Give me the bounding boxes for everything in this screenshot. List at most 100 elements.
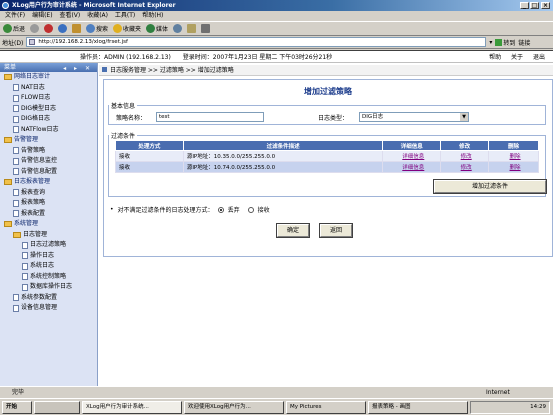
col-delete: 删除 <box>488 140 539 151</box>
address-dropdown-icon[interactable]: ▾ <box>489 39 492 46</box>
sidebar-item[interactable]: 日志过滤策略 <box>0 240 97 251</box>
log-type-select[interactable]: DIG日志 ▼ <box>359 112 469 122</box>
delete-link[interactable]: 删除 <box>488 150 539 162</box>
about-link[interactable]: 关于 <box>511 54 523 61</box>
sidebar-item-label: 报表配置 <box>21 209 46 217</box>
sidebar-item[interactable]: 告警信息配置 <box>0 167 97 178</box>
edit-link[interactable]: 修改 <box>440 150 490 162</box>
links-button[interactable]: 链接 <box>518 38 530 47</box>
sidebar-item[interactable]: 告警管理 <box>0 135 97 146</box>
home-button[interactable] <box>71 23 82 35</box>
window-title: XLog用户行为审计系统 - Microsoft Internet Explor… <box>12 2 176 9</box>
task-xlog[interactable]: XLog用户行为审计系统... <box>82 400 182 414</box>
policy-name-input[interactable]: test <box>156 112 264 122</box>
logout-link[interactable]: 退出 <box>533 54 545 61</box>
detail-link[interactable]: 详细信息 <box>382 161 442 173</box>
sidebar-item[interactable]: NAT日志 <box>0 83 97 94</box>
mail-button[interactable] <box>186 23 197 35</box>
maximize-button[interactable]: □ <box>530 2 539 9</box>
sidebar-item[interactable]: NATFlow日志 <box>0 125 97 136</box>
sidebar-item[interactable]: 系统日志 <box>0 261 97 272</box>
media-icon <box>146 24 156 33</box>
delete-link[interactable]: 删除 <box>488 161 539 173</box>
media-button[interactable]: 媒体 <box>145 23 169 35</box>
sidebar-item-label: 告警策略 <box>21 146 46 154</box>
sidebar-item[interactable]: DIG格日志 <box>0 114 97 125</box>
forward-arrow-icon <box>30 24 40 33</box>
favorites-button[interactable]: 收藏夹 <box>112 23 142 35</box>
sidebar-item-label: 告警信息监控 <box>21 157 58 164</box>
sidebar-title: 菜单 <box>4 64 17 71</box>
sidebar-item[interactable]: 系统管理 <box>0 219 97 230</box>
history-button[interactable] <box>172 23 183 35</box>
close-button[interactable]: × <box>541 2 550 9</box>
sidebar-item[interactable]: 告警信息监控 <box>0 156 97 167</box>
start-button[interactable]: 开始 <box>2 400 32 414</box>
sidebar-item-label: 日志管理 <box>23 230 48 238</box>
col-description: 过滤条件描述 <box>182 140 384 151</box>
go-arrow-icon <box>495 38 503 46</box>
forward-button[interactable] <box>29 23 40 35</box>
sidebar-item[interactable]: 报表配置 <box>0 209 97 220</box>
help-link[interactable]: 帮助 <box>489 54 501 61</box>
conditions-legend: 过滤条件 <box>111 133 136 140</box>
sidebar-item[interactable]: 数据库操作日志 <box>0 282 97 293</box>
print-button[interactable] <box>200 23 211 35</box>
discard-radio[interactable] <box>217 206 224 213</box>
back-button[interactable]: 后退 <box>2 23 26 35</box>
document-icon <box>13 304 19 312</box>
sidebar-item-label: 系统管理 <box>14 220 39 227</box>
sidebar-item[interactable]: 告警策略 <box>0 146 97 157</box>
task-paint[interactable]: 报表策略 - 画图 <box>368 400 468 414</box>
menu-view[interactable]: 查看(V) <box>59 12 80 19</box>
task-welcome[interactable]: 欢迎使用XLog用户行为... <box>184 400 284 414</box>
table-row: 接收 源IP地址：10.74.0.0/255.255.0.0 详细信息 修改 删… <box>115 161 539 173</box>
sidebar-item[interactable]: 报表查询 <box>0 188 97 199</box>
sidebar-item-label: 系统参数配置 <box>21 293 58 301</box>
sidebar-item[interactable]: FLOW日志 <box>0 93 97 104</box>
menu-edit[interactable]: 编辑(E) <box>32 12 52 19</box>
sidebar-item[interactable]: DIG模型日志 <box>0 104 97 115</box>
document-icon <box>13 157 19 165</box>
header-links: 帮助 关于 退出 <box>481 52 545 61</box>
chevron-down-icon: ▼ <box>460 113 468 121</box>
ok-button[interactable]: 确定 <box>276 223 310 238</box>
document-icon <box>22 273 28 281</box>
document-icon <box>22 252 28 260</box>
edit-link[interactable]: 修改 <box>440 161 490 173</box>
document-icon <box>13 168 19 176</box>
basic-info-legend: 基本信息 <box>111 103 136 110</box>
back-button-form[interactable]: 返回 <box>319 223 353 238</box>
sidebar-item-label: NATFlow日志 <box>21 125 59 133</box>
menu-help[interactable]: 帮助(H) <box>142 12 163 19</box>
row-action: 接收 <box>115 150 184 162</box>
sidebar-item[interactable]: 报表策略 <box>0 198 97 209</box>
menu-file[interactable]: 文件(F) <box>5 12 25 19</box>
refresh-button[interactable] <box>57 23 68 35</box>
stop-button[interactable] <box>43 23 54 35</box>
menu-favorites[interactable]: 收藏(A) <box>87 12 108 19</box>
sidebar-item[interactable]: 网络日志审计 <box>0 72 97 83</box>
sidebar-item[interactable]: 操作日志 <box>0 251 97 262</box>
address-input[interactable]: http://192.168.2.13/xlog/frset.jsf <box>26 37 487 47</box>
accept-radio[interactable] <box>247 206 254 213</box>
sidebar-item[interactable]: 日志管理 <box>0 230 97 241</box>
col-action: 处理方式 <box>115 140 184 151</box>
minimize-button[interactable]: _ <box>520 2 529 9</box>
menu-tools[interactable]: 工具(T) <box>115 12 135 19</box>
add-condition-button[interactable]: 增加过滤条件 <box>433 179 547 194</box>
sidebar-item[interactable]: 设备信息管理 <box>0 303 97 314</box>
sidebar: 菜单 ◂ ▸ ✕ 网络日志审计 NAT日志 FLOW日志 DIG模型日志 DIG格日志 N… <box>0 63 98 386</box>
document-icon <box>22 283 28 291</box>
detail-link[interactable]: 详细信息 <box>382 150 442 162</box>
sidebar-item-label: 数据库操作日志 <box>30 283 73 290</box>
sidebar-item[interactable]: 日志报表管理 <box>0 177 97 188</box>
sidebar-item[interactable]: 系统参数配置 <box>0 293 97 304</box>
sidebar-item[interactable]: 系统控制策略 <box>0 272 97 283</box>
task-pictures[interactable]: My Pictures <box>286 400 366 414</box>
go-button[interactable]: 转到 <box>495 38 515 47</box>
breadcrumb-icon <box>102 67 107 72</box>
search-button[interactable]: 搜索 <box>85 23 109 35</box>
discard-label: 丢弃 <box>227 207 240 214</box>
session-info: 操作员：ADMIN (192.168.2.13) 登录时间：2007年1月23日… <box>80 52 332 61</box>
